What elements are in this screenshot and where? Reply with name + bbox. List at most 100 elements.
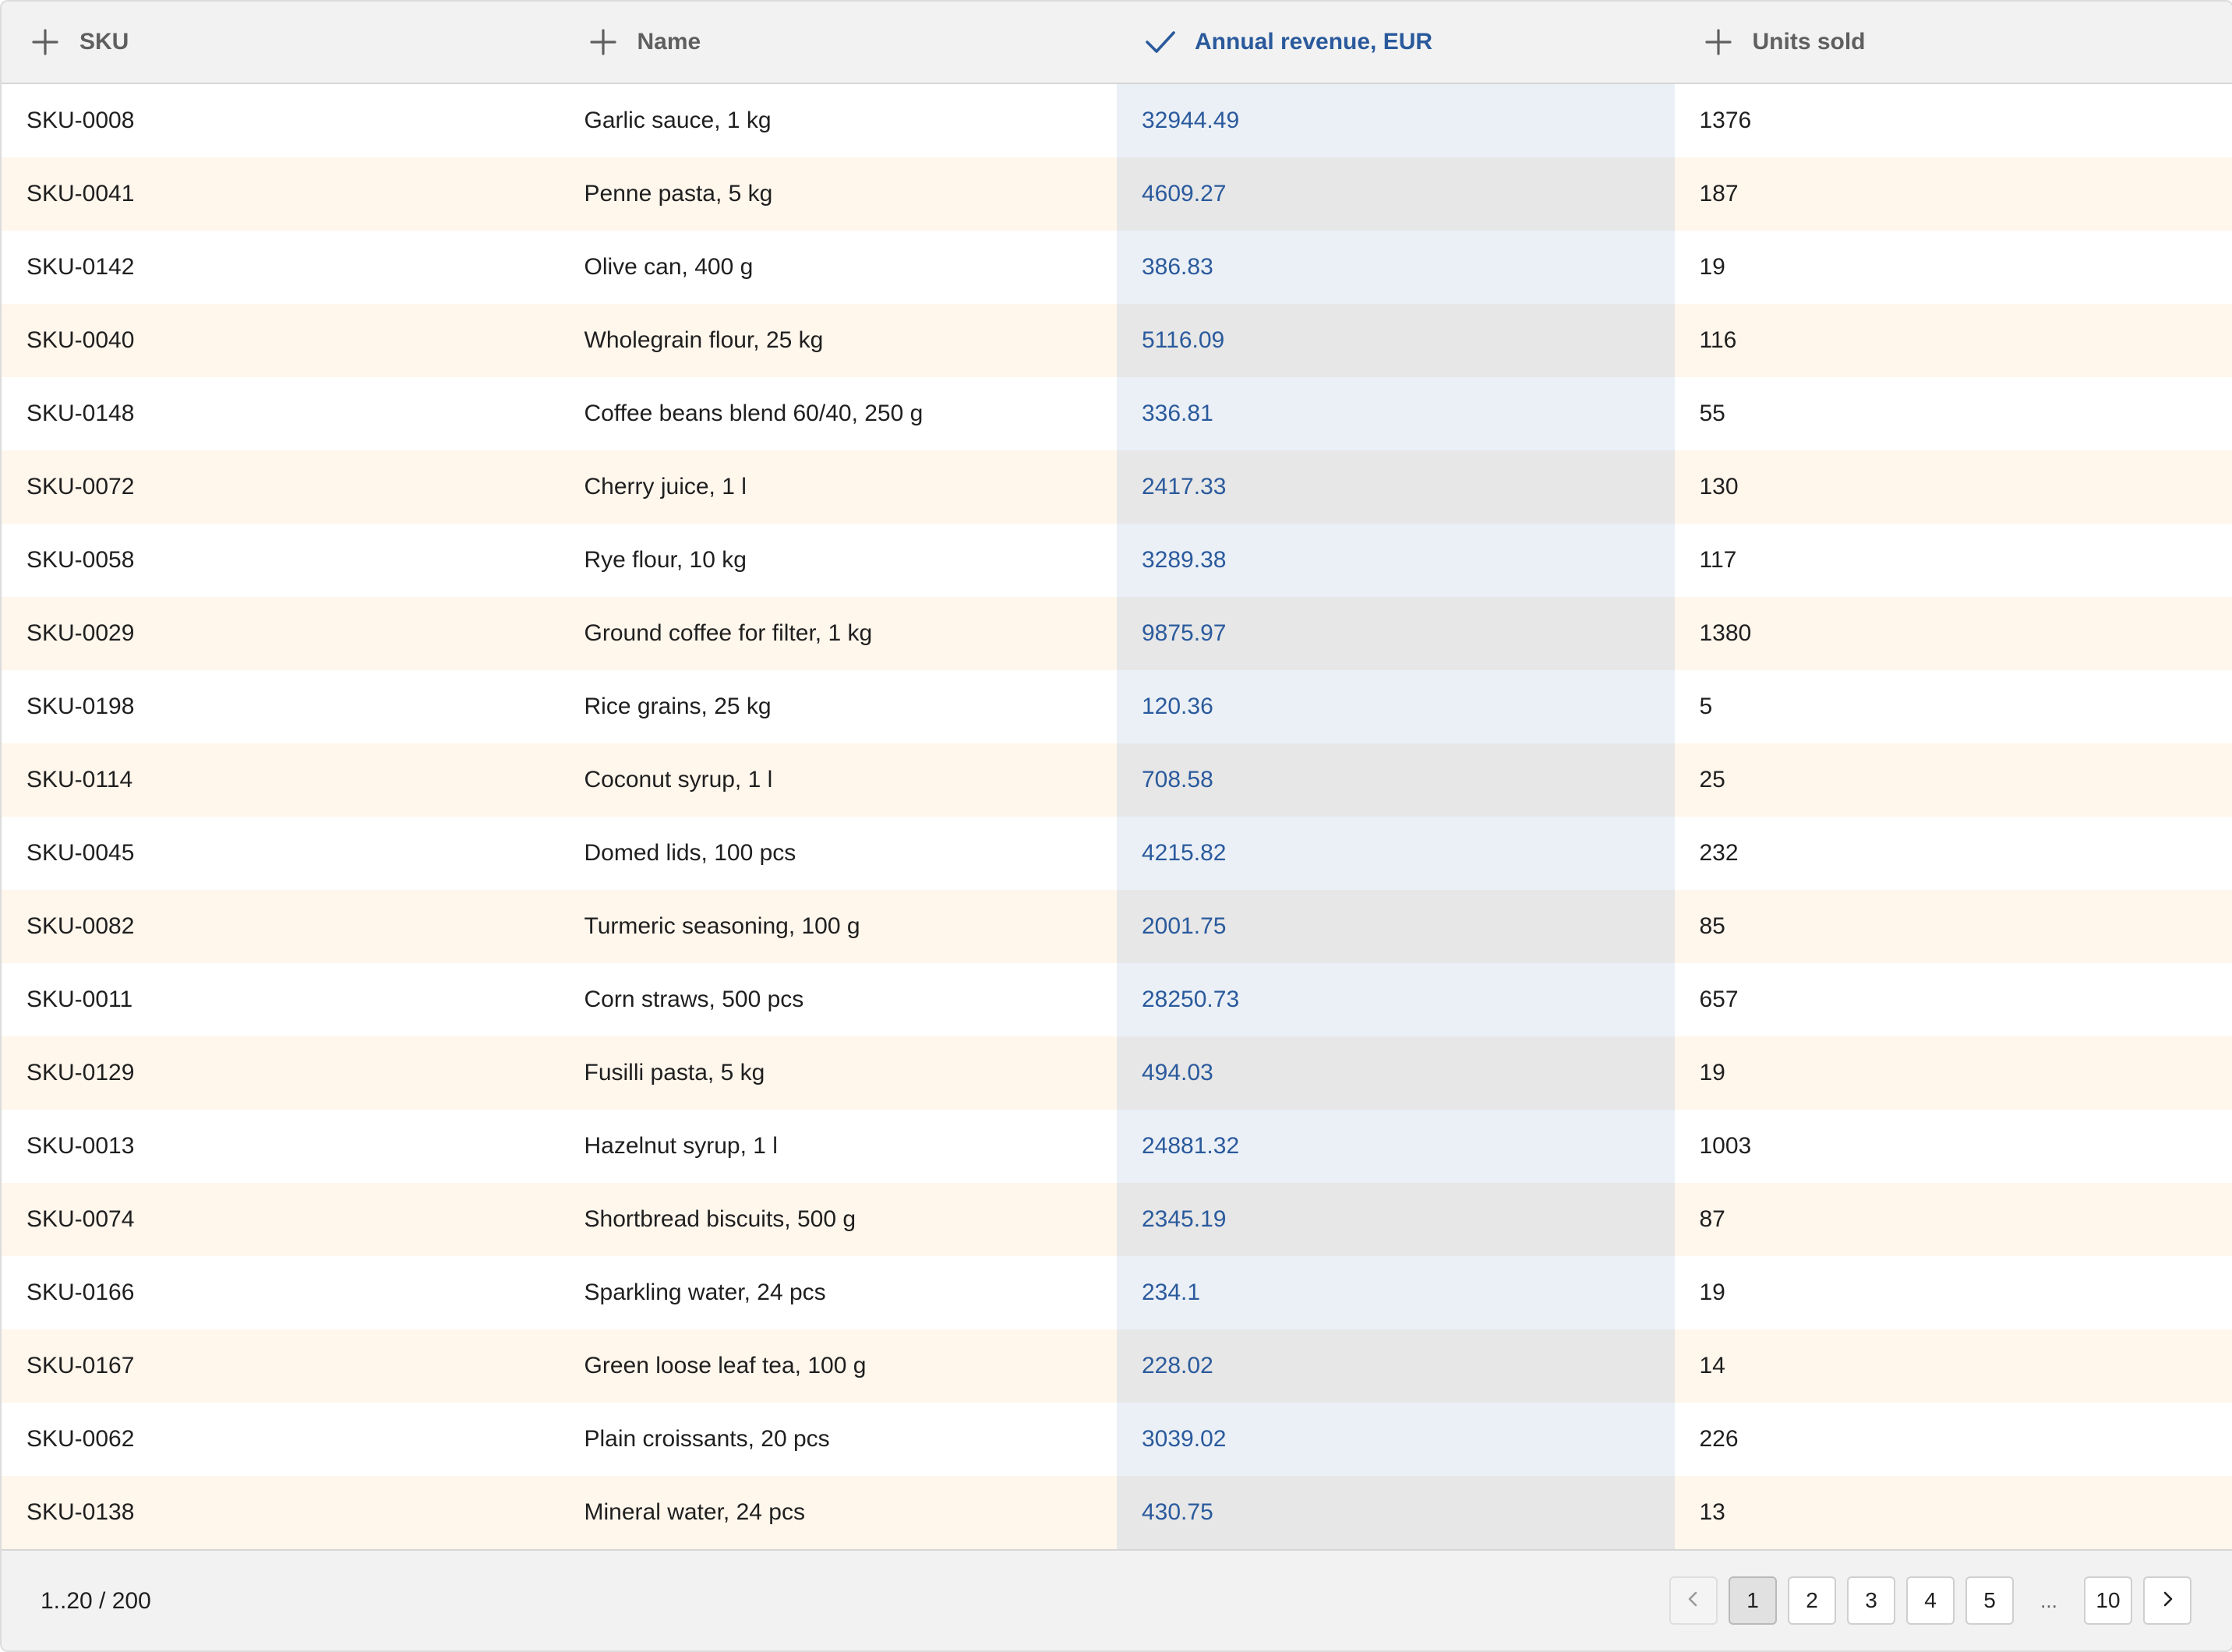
- plus-icon[interactable]: [588, 26, 619, 58]
- table-row[interactable]: SKU-0072 Cherry juice, 1 l 2417.33 130: [2, 450, 2232, 524]
- units-cell: 25: [1699, 767, 1725, 792]
- page-button-4[interactable]: 4: [1906, 1576, 1955, 1625]
- table-row[interactable]: SKU-0167 Green loose leaf tea, 100 g 228.0…: [2, 1329, 2232, 1403]
- table-row[interactable]: SKU-0129 Fusilli pasta, 5 kg 494.03 19: [2, 1036, 2232, 1110]
- name-cell: Sparkling water, 24 pcs: [584, 1280, 826, 1305]
- name-cell: Fusilli pasta, 5 kg: [584, 1060, 765, 1085]
- table-row[interactable]: SKU-0045 Domed lids, 100 pcs 4215.82 232: [2, 817, 2232, 890]
- name-cell: Domed lids, 100 pcs: [584, 840, 796, 866]
- revenue-cell: 2001.75: [1117, 890, 1675, 963]
- plus-icon[interactable]: [1703, 26, 1734, 58]
- name-cell: Coffee beans blend 60/40, 250 g: [584, 401, 924, 426]
- table-row[interactable]: SKU-0198 Rice grains, 25 kg 120.36 5: [2, 670, 2232, 743]
- name-cell: Corn straws, 500 pcs: [584, 987, 804, 1012]
- table-row[interactable]: SKU-0013 Hazelnut syrup, 1 l 24881.32 1003: [2, 1110, 2232, 1183]
- chevron-left-icon: [1685, 1588, 1702, 1613]
- table-row[interactable]: SKU-0040 Wholegrain flour, 25 kg 5116.09 11…: [2, 304, 2232, 377]
- revenue-cell: 2345.19: [1117, 1183, 1675, 1256]
- page-button-3[interactable]: 3: [1847, 1576, 1895, 1625]
- units-cell: 55: [1699, 401, 1725, 426]
- revenue-cell: 4609.27: [1117, 157, 1675, 231]
- revenue-cell: 120.36: [1117, 670, 1675, 743]
- units-cell: 1376: [1699, 108, 1752, 133]
- pagination: 1 2 3 4 5 ... 10: [1658, 1576, 2191, 1625]
- table-row[interactable]: SKU-0011 Corn straws, 500 pcs 28250.73 657: [2, 963, 2232, 1036]
- plus-icon[interactable]: [30, 26, 61, 58]
- data-grid: SKU Name Annual revenue, EUR Units sold …: [0, 0, 2232, 1652]
- page-button-5[interactable]: 5: [1965, 1576, 2014, 1625]
- grid-footer: 1..20 / 200 1 2 3 4 5 ... 10: [2, 1549, 2232, 1650]
- column-header-label: SKU: [79, 29, 129, 55]
- column-header-sku[interactable]: SKU: [2, 2, 560, 83]
- name-cell: Ground coffee for filter, 1 kg: [584, 620, 873, 646]
- revenue-cell: 336.81: [1117, 377, 1675, 450]
- grid-header: SKU Name Annual revenue, EUR Units sold: [2, 2, 2232, 84]
- table-row[interactable]: SKU-0142 Olive can, 400 g 386.83 19: [2, 231, 2232, 304]
- name-cell: Wholegrain flour, 25 kg: [584, 327, 824, 353]
- units-cell: 19: [1699, 1060, 1725, 1085]
- table-row[interactable]: SKU-0058 Rye flour, 10 kg 3289.38 117: [2, 524, 2232, 597]
- revenue-cell: 5116.09: [1117, 304, 1675, 377]
- units-cell: 657: [1699, 987, 1739, 1012]
- name-cell: Green loose leaf tea, 100 g: [584, 1353, 867, 1378]
- revenue-cell: 494.03: [1117, 1036, 1675, 1110]
- table-row[interactable]: SKU-0008 Garlic sauce, 1 kg 32944.49 1376: [2, 84, 2232, 157]
- revenue-cell: 9875.97: [1117, 597, 1675, 670]
- column-header-annual-revenue[interactable]: Annual revenue, EUR: [1117, 2, 1675, 83]
- page-button-last[interactable]: 10: [2084, 1576, 2132, 1625]
- units-cell: 14: [1699, 1353, 1725, 1378]
- units-cell: 1380: [1699, 620, 1752, 646]
- units-cell: 232: [1699, 840, 1739, 866]
- revenue-cell: 24881.32: [1117, 1110, 1675, 1183]
- revenue-cell: 708.58: [1117, 743, 1675, 817]
- table-row[interactable]: SKU-0082 Turmeric seasoning, 100 g 2001.75…: [2, 890, 2232, 963]
- table-row[interactable]: SKU-0166 Sparkling water, 24 pcs 234.1 19: [2, 1256, 2232, 1329]
- column-header-units-sold[interactable]: Units sold: [1675, 2, 2232, 83]
- units-cell: 1003: [1699, 1133, 1752, 1159]
- name-cell: Shortbread biscuits, 500 g: [584, 1206, 856, 1232]
- name-cell: Mineral water, 24 pcs: [584, 1499, 805, 1525]
- sku-cell: SKU-0167: [26, 1353, 135, 1378]
- units-cell: 5: [1699, 694, 1713, 719]
- page-button-1[interactable]: 1: [1729, 1576, 1777, 1625]
- table-row[interactable]: SKU-0062 Plain croissants, 20 pcs 3039.02 2…: [2, 1403, 2232, 1476]
- sku-cell: SKU-0198: [26, 694, 135, 719]
- sku-cell: SKU-0062: [26, 1426, 135, 1452]
- sku-cell: SKU-0142: [26, 254, 135, 280]
- next-page-button[interactable]: [2143, 1576, 2191, 1625]
- page-button-2[interactable]: 2: [1788, 1576, 1836, 1625]
- prev-page-button[interactable]: [1669, 1576, 1718, 1625]
- column-header-name[interactable]: Name: [560, 2, 1118, 83]
- name-cell: Plain croissants, 20 pcs: [584, 1426, 830, 1452]
- sku-cell: SKU-0011: [26, 987, 133, 1012]
- units-cell: 19: [1699, 1280, 1725, 1305]
- revenue-cell: 28250.73: [1117, 963, 1675, 1036]
- table-row[interactable]: SKU-0114 Coconut syrup, 1 l 708.58 25: [2, 743, 2232, 817]
- name-cell: Rye flour, 10 kg: [584, 547, 747, 573]
- table-row[interactable]: SKU-0138 Mineral water, 24 pcs 430.75 13: [2, 1476, 2232, 1549]
- sku-cell: SKU-0072: [26, 474, 135, 499]
- sku-cell: SKU-0008: [26, 108, 135, 133]
- units-cell: 87: [1699, 1206, 1725, 1232]
- revenue-cell: 32944.49: [1117, 84, 1675, 157]
- column-header-label: Units sold: [1752, 29, 1866, 55]
- units-cell: 19: [1699, 254, 1725, 280]
- table-row[interactable]: SKU-0074 Shortbread biscuits, 500 g 2345.1…: [2, 1183, 2232, 1256]
- grid-body: SKU-0008 Garlic sauce, 1 kg 32944.49 1376 SK…: [2, 84, 2232, 1549]
- units-cell: 117: [1699, 547, 1737, 573]
- revenue-cell: 2417.33: [1117, 450, 1675, 524]
- chevron-right-icon: [2159, 1588, 2176, 1613]
- name-cell: Coconut syrup, 1 l: [584, 767, 773, 792]
- table-row[interactable]: SKU-0148 Coffee beans blend 60/40, 250 g 3…: [2, 377, 2232, 450]
- revenue-cell: 3039.02: [1117, 1403, 1675, 1476]
- table-row[interactable]: SKU-0029 Ground coffee for filter, 1 kg 98…: [2, 597, 2232, 670]
- checkmark-icon[interactable]: [1145, 26, 1176, 58]
- name-cell: Hazelnut syrup, 1 l: [584, 1133, 778, 1159]
- revenue-cell: 228.02: [1117, 1329, 1675, 1403]
- column-header-label: Name: [637, 29, 701, 55]
- table-row[interactable]: SKU-0041 Penne pasta, 5 kg 4609.27 187: [2, 157, 2232, 231]
- name-cell: Olive can, 400 g: [584, 254, 754, 280]
- sku-cell: SKU-0013: [26, 1133, 135, 1159]
- sku-cell: SKU-0041: [26, 181, 135, 206]
- units-cell: 130: [1699, 474, 1739, 499]
